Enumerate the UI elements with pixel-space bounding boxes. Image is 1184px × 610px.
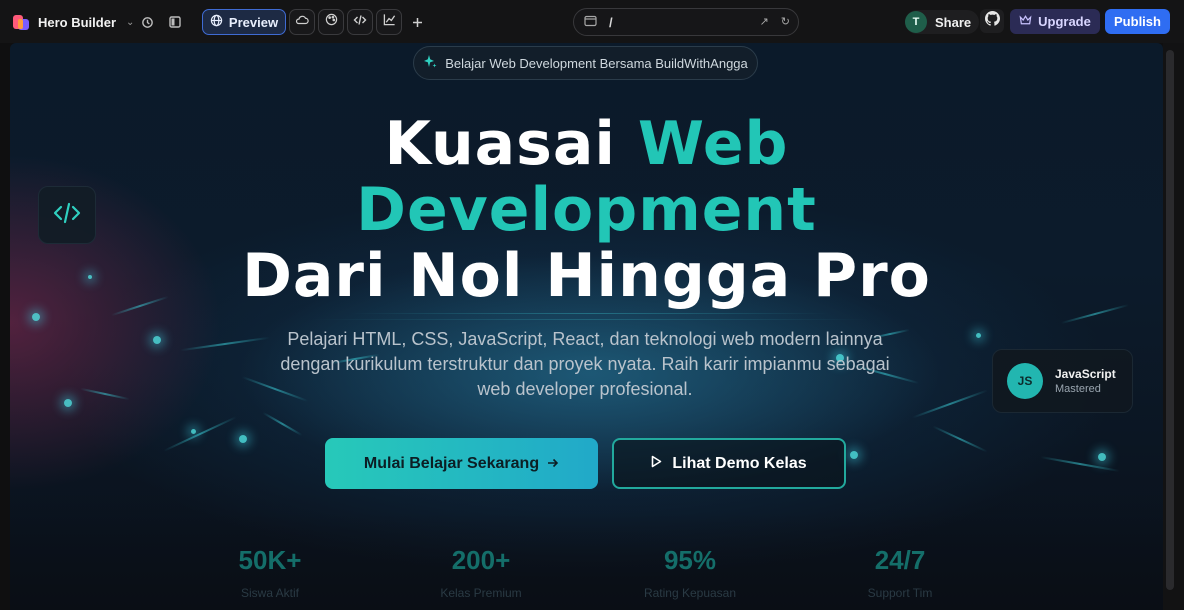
cta-secondary-label: Lihat Demo Kelas (672, 454, 807, 472)
stat-value: 200+ (451, 545, 511, 575)
headline-line2-teal: Development (356, 175, 817, 245)
sidebar-toggle-icon[interactable] (164, 11, 186, 33)
app-logo-icon (12, 13, 30, 31)
hero-headline: Kuasai Web Development Dari Nol Hingga P… (10, 111, 1163, 309)
editor-toolbar: Hero Builder ⌄ Preview / ↗ ↻ T Share Upg… (0, 0, 1184, 43)
stat-item: 50K+ Siswa Aktif (190, 545, 350, 600)
theme-button[interactable] (318, 9, 344, 35)
hero-subtitle: Pelajari HTML, CSS, JavaScript, React, d… (280, 329, 890, 399)
chart-icon (383, 13, 396, 31)
crown-icon (1019, 14, 1032, 29)
history-icon[interactable] (136, 11, 158, 33)
url-path: / (609, 14, 613, 30)
github-icon (984, 11, 1000, 31)
external-link-icon[interactable]: ↗ (760, 15, 769, 28)
stat-item: 24/7 Support Tim (820, 545, 980, 600)
preview-button[interactable]: Preview (202, 9, 286, 35)
headline-line1-white: Kuasai (384, 109, 638, 179)
github-button[interactable] (980, 9, 1004, 33)
preview-label: Preview (228, 14, 279, 30)
skill-card-subtitle: Mastered (1055, 383, 1101, 395)
project-title: Hero Builder (38, 14, 117, 30)
chevron-down-icon: ⌄ (126, 16, 135, 28)
stat-value: 24/7 (874, 545, 926, 575)
code-icon (353, 13, 367, 31)
code-view-button[interactable] (347, 9, 373, 35)
refresh-icon[interactable]: ↻ (781, 15, 790, 28)
start-learning-button[interactable]: Mulai Belajar Sekarang (325, 438, 598, 489)
headline-line3-white: Dari Nol Hingga Pro (242, 241, 931, 311)
arrow-right-icon (547, 455, 559, 473)
project-switcher[interactable]: Hero Builder ⌄ (12, 11, 134, 33)
cloud-button[interactable] (289, 9, 315, 35)
url-bar[interactable]: / ↗ ↻ (573, 8, 799, 36)
stat-label: Kelas Premium (440, 586, 522, 600)
analytics-button[interactable] (376, 9, 402, 35)
play-icon (651, 455, 662, 473)
scrollbar[interactable] (1166, 50, 1174, 590)
palette-icon (325, 13, 338, 31)
plus-icon[interactable] (406, 11, 428, 33)
avatar: T (905, 11, 927, 33)
stat-item: 200+ Kelas Premium (401, 545, 561, 600)
stat-item: 95% Rating Kepuasan (610, 545, 770, 600)
stat-value: 50K+ (238, 545, 302, 575)
cloud-icon (295, 13, 309, 31)
page-icon (584, 15, 597, 30)
share-label: Share (935, 14, 972, 30)
hero-badge: Belajar Web Development Bersama BuildWit… (413, 46, 758, 80)
preview-canvas: Belajar Web Development Bersama BuildWit… (10, 43, 1163, 610)
badge-text: Belajar Web Development Bersama BuildWit… (445, 55, 748, 71)
skill-card-javascript: JS JavaScript Mastered (992, 349, 1133, 413)
cta-primary-label: Mulai Belajar Sekarang (363, 454, 540, 472)
stats-row: 50K+ Siswa Aktif 200+ Kelas Premium 95% … (190, 545, 1010, 605)
skill-card-title: JavaScript (1055, 367, 1116, 381)
sparkle-icon (423, 54, 437, 72)
globe-icon (210, 14, 223, 30)
stat-value: 95% (663, 545, 717, 575)
upgrade-label: Upgrade (1038, 14, 1091, 29)
share-button[interactable]: T Share (905, 10, 980, 34)
publish-button[interactable]: Publish (1105, 9, 1170, 34)
headline-line1-teal: Web (637, 109, 789, 179)
stat-label: Rating Kepuasan (643, 586, 737, 600)
stat-label: Siswa Aktif (240, 586, 300, 600)
upgrade-button[interactable]: Upgrade (1010, 9, 1100, 34)
watch-demo-button[interactable]: Lihat Demo Kelas (612, 438, 846, 489)
stat-label: Support Tim (867, 586, 933, 600)
js-initials: JS (1007, 363, 1043, 399)
